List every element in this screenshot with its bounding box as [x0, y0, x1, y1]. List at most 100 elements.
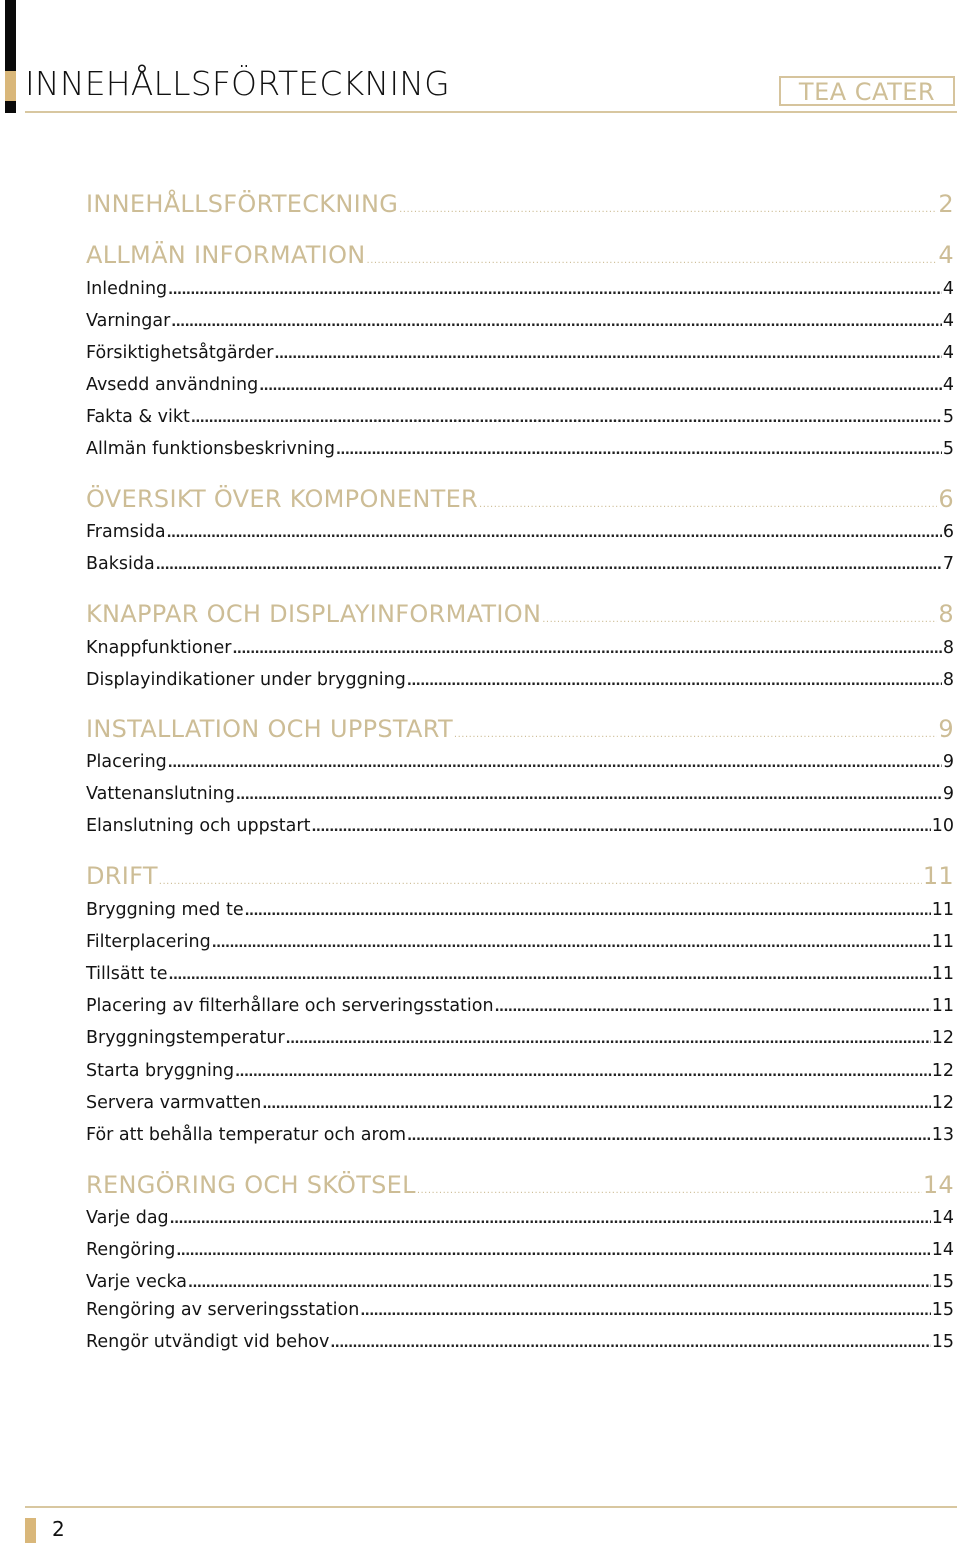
toc-page-number: 5: [942, 407, 954, 427]
toc-entry-row[interactable]: Bryggning med te 11: [86, 900, 954, 920]
toc-entry-row[interactable]: För att behålla temperatur och arom 13: [86, 1125, 954, 1145]
footer-divider: [25, 1506, 957, 1508]
dot-leader: [156, 558, 942, 573]
toc-section-title: INSTALLATION OCH UPPSTART: [86, 715, 453, 743]
toc-page-number: 8: [938, 600, 954, 628]
toc-entry-title: Bryggningstemperatur: [86, 1028, 285, 1048]
toc-page-number: 10: [931, 816, 954, 836]
dot-leader: [454, 729, 938, 740]
toc-entry-row[interactable]: Inledning 4: [86, 279, 954, 299]
toc-page-number: 11: [931, 932, 954, 952]
dot-leader: [336, 443, 942, 458]
toc-entry-title: Starta bryggning: [86, 1061, 235, 1081]
toc-entry-row[interactable]: Servera varmvatten 12: [86, 1093, 954, 1113]
toc-section-row[interactable]: RENGÖRING OCH SKÖTSEL 14: [86, 1171, 954, 1199]
toc-entry-row[interactable]: Bryggningstemperatur 12: [86, 1028, 954, 1048]
toc-section-row[interactable]: DRIFT 11: [86, 862, 954, 890]
toc-section-row[interactable]: ALLMÄN INFORMATION 4: [86, 241, 954, 269]
toc-entry-title: Avsedd användning: [86, 375, 259, 395]
page-title: INNEHÅLLSFÖRTECKNING: [25, 64, 450, 103]
dot-leader: [168, 756, 942, 771]
header-divider: [25, 111, 957, 113]
toc-entry-title: Placering av filterhållare och servering…: [86, 996, 494, 1016]
toc-entry-row[interactable]: Displayindikationer under bryggning 8: [86, 670, 954, 690]
toc-section-row[interactable]: KNAPPAR OCH DISPLAYINFORMATION 8: [86, 600, 954, 628]
toc-entry-title: Vattenanslutning: [86, 784, 235, 804]
toc-entry-title: Elanslutning och uppstart: [86, 816, 311, 836]
toc-page-number: 11: [931, 964, 954, 984]
toc-section-title: DRIFT: [86, 862, 158, 890]
toc-entry-row[interactable]: Varje dag 14: [86, 1208, 954, 1228]
toc-entry-row[interactable]: Placering 9: [86, 752, 954, 772]
dot-leader: [399, 204, 937, 215]
toc-section-row[interactable]: INNEHÅLLSFÖRTECKNING 2: [86, 190, 954, 218]
dot-leader: [367, 255, 938, 266]
toc-entry-row[interactable]: Starta bryggning 12: [86, 1061, 954, 1081]
dot-leader: [407, 1129, 931, 1144]
toc-page-number: 12: [931, 1061, 954, 1081]
footer-page-number: 2: [52, 1517, 65, 1541]
toc-page-number: 4: [938, 241, 954, 269]
dot-leader: [176, 1244, 930, 1259]
dot-leader: [311, 820, 930, 835]
side-accent-gold-mark: [5, 71, 16, 101]
dot-leader: [169, 968, 931, 983]
dot-leader: [262, 1097, 930, 1112]
toc-page-number: 8: [942, 638, 954, 658]
toc-entry-title: Tillsätt te: [86, 964, 168, 984]
toc-page-number: 2: [938, 190, 954, 218]
toc-page-number: 8: [942, 670, 954, 690]
toc-page-number: 9: [942, 784, 954, 804]
toc-entry-row[interactable]: Placering av filterhållare och servering…: [86, 996, 954, 1016]
toc-section-title: KNAPPAR OCH DISPLAYINFORMATION: [86, 600, 542, 628]
footer-accent-mark: [25, 1518, 36, 1543]
toc-entry-title: Varningar: [86, 311, 171, 331]
toc-page-number: 4: [942, 343, 954, 363]
toc-entry-title: Placering: [86, 752, 167, 772]
toc-entry-row[interactable]: Filterplacering 11: [86, 932, 954, 952]
toc-entry-title: Varje dag: [86, 1208, 169, 1228]
dot-leader: [171, 315, 942, 330]
toc-entry-row[interactable]: Rengöring 14: [86, 1240, 954, 1260]
toc-entry-title: Displayindikationer under bryggning: [86, 670, 406, 690]
toc-page-number: 12: [931, 1028, 954, 1048]
toc-section-row[interactable]: ÖVERSIKT ÖVER KOMPONENTER 6: [86, 485, 954, 513]
toc-entry-title: Inledning: [86, 279, 168, 299]
toc-entry-row[interactable]: Rengör utvändigt vid behov 15: [86, 1332, 954, 1352]
toc-section-title: ALLMÄN INFORMATION: [86, 241, 366, 269]
toc-section-title: ÖVERSIKT ÖVER KOMPONENTER: [86, 485, 479, 513]
toc-entry-row[interactable]: Fakta & vikt 5: [86, 407, 954, 427]
toc-entry-row[interactable]: Tillsätt te 11: [86, 964, 954, 984]
toc-page-number: 6: [938, 485, 954, 513]
toc-entry-row[interactable]: Varje vecka 15: [86, 1272, 954, 1292]
toc-entry-title: Rengöring: [86, 1240, 176, 1260]
toc-section-row[interactable]: INSTALLATION OCH UPPSTART 9: [86, 715, 954, 743]
dot-leader: [168, 283, 942, 298]
toc-entry-row[interactable]: Baksida 7: [86, 554, 954, 574]
toc-entry-row[interactable]: Varningar 4: [86, 311, 954, 331]
toc-entry-row[interactable]: Rengöring av serveringsstation 15: [86, 1300, 954, 1320]
dot-leader: [167, 526, 942, 541]
toc-entry-row[interactable]: Framsida 6: [86, 522, 954, 542]
toc-entry-row[interactable]: Försiktighetsåtgärder 4: [86, 343, 954, 363]
dot-leader: [407, 674, 942, 689]
toc-entry-row[interactable]: Vattenanslutning 9: [86, 784, 954, 804]
toc-section-title: INNEHÅLLSFÖRTECKNING: [86, 190, 399, 218]
toc-page-number: 15: [931, 1300, 954, 1320]
dot-leader: [212, 936, 931, 951]
toc-entry-title: Filterplacering: [86, 932, 211, 952]
toc-page-number: 12: [931, 1093, 954, 1113]
toc-entry-title: Servera varmvatten: [86, 1093, 262, 1113]
toc-entry-row[interactable]: Knappfunktioner 8: [86, 638, 954, 658]
toc-entry-row[interactable]: Elanslutning och uppstart 10: [86, 816, 954, 836]
dot-leader: [236, 788, 942, 803]
toc-entry-row[interactable]: Allmän funktionsbeskrivning 5: [86, 439, 954, 459]
toc-page-number: 4: [942, 375, 954, 395]
toc-page-number: 15: [931, 1272, 954, 1292]
dot-leader: [259, 379, 942, 394]
toc-entry-title: Fakta & vikt: [86, 407, 190, 427]
toc-entry-row[interactable]: Avsedd användning 4: [86, 375, 954, 395]
toc-section-title: RENGÖRING OCH SKÖTSEL: [86, 1171, 416, 1199]
dot-leader: [275, 347, 942, 362]
toc-page-number: 11: [931, 996, 954, 1016]
